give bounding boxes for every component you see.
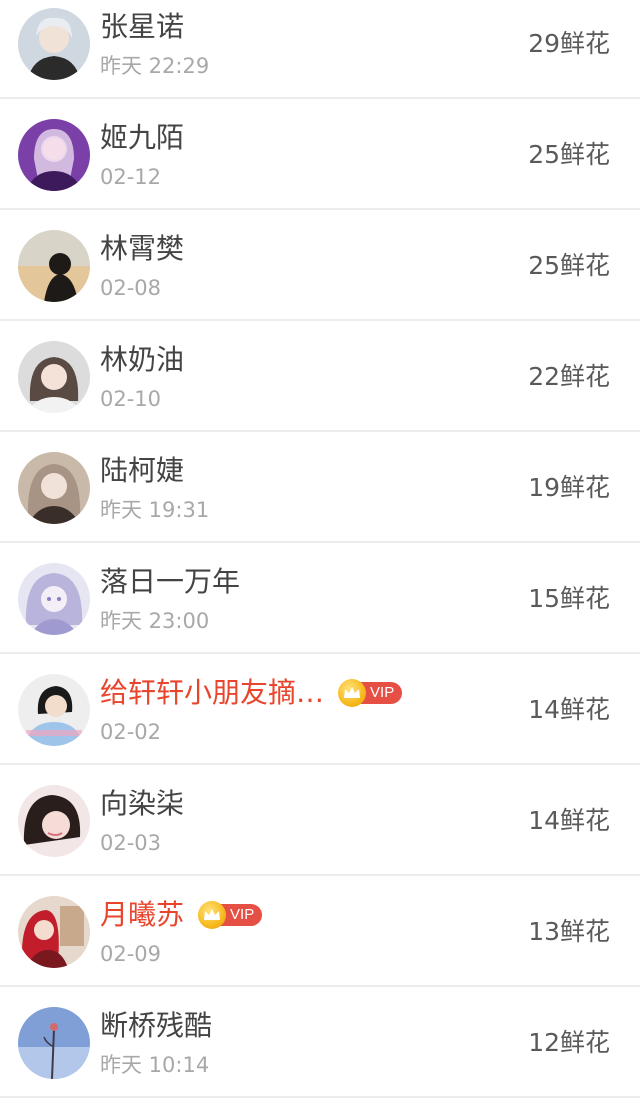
user-name-text: 月曦苏 xyxy=(100,898,185,931)
flower-count: 13鲜花 xyxy=(528,917,610,946)
flower-count: 15鲜花 xyxy=(528,584,610,613)
flower-ranking-list: 张星诺 昨天 22:29 29鲜花 姬九陌 02-12 25鲜花 林霄樊 02-… xyxy=(0,0,640,1104)
timestamp: 昨天 23:00 xyxy=(100,609,210,633)
timestamp: 昨天 19:31 xyxy=(100,498,210,522)
avatar[interactable] xyxy=(18,452,90,524)
timestamp: 02-02 xyxy=(100,720,162,744)
flower-count: 22鲜花 xyxy=(528,362,610,391)
timestamp: 02-12 xyxy=(100,165,162,189)
timestamp: 02-03 xyxy=(100,831,162,855)
user-name: 月曦苏 VIP xyxy=(100,896,263,934)
flower-count: 14鲜花 xyxy=(528,806,610,835)
list-item[interactable]: 张星诺 昨天 22:29 29鲜花 xyxy=(0,0,640,99)
user-name: 林霄樊 xyxy=(100,232,185,265)
list-item[interactable]: 落日一万年 昨天 23:00 15鲜花 xyxy=(0,543,640,654)
flower-count: 14鲜花 xyxy=(528,695,610,724)
user-name: 落日一万年 xyxy=(100,565,241,598)
list-item[interactable]: 林奶油 02-10 22鲜花 xyxy=(0,321,640,432)
flower-count: 25鲜花 xyxy=(528,251,610,280)
timestamp: 02-08 xyxy=(100,276,162,300)
vip-badge: VIP xyxy=(338,679,403,707)
avatar[interactable] xyxy=(18,1007,90,1079)
avatar[interactable] xyxy=(18,230,90,302)
flower-count: 29鲜花 xyxy=(528,29,610,58)
user-name: 张星诺 xyxy=(100,10,185,43)
avatar[interactable] xyxy=(18,896,90,968)
crown-icon xyxy=(338,679,367,707)
timestamp: 昨天 22:29 xyxy=(100,54,210,78)
avatar[interactable] xyxy=(18,341,90,413)
list-item[interactable]: 断桥残酷 昨天 10:14 12鲜花 xyxy=(0,987,640,1098)
user-name: 陆柯婕 xyxy=(100,454,185,487)
list-item[interactable]: 姬九陌 02-12 25鲜花 xyxy=(0,99,640,210)
timestamp: 02-10 xyxy=(100,387,162,411)
list-item[interactable]: 林霄樊 02-08 25鲜花 xyxy=(0,210,640,321)
user-name: 林奶油 xyxy=(100,343,185,376)
user-name: 给轩轩小朋友摘… VIP xyxy=(100,674,403,712)
avatar[interactable] xyxy=(18,785,90,857)
list-item[interactable]: 向染柒 02-03 14鲜花 xyxy=(0,765,640,876)
timestamp: 昨天 10:14 xyxy=(100,1053,210,1077)
flower-count: 19鲜花 xyxy=(528,473,610,502)
avatar[interactable] xyxy=(18,563,90,635)
crown-icon xyxy=(198,901,227,929)
avatar[interactable] xyxy=(18,119,90,191)
avatar[interactable] xyxy=(18,8,90,80)
list-item[interactable]: 月曦苏 VIP 02-09 13鲜花 xyxy=(0,876,640,987)
list-item[interactable]: 陆柯婕 昨天 19:31 19鲜花 xyxy=(0,432,640,543)
vip-badge: VIP xyxy=(198,901,263,929)
user-name: 向染柒 xyxy=(100,787,185,820)
user-name: 断桥残酷 xyxy=(100,1009,213,1042)
flower-count: 25鲜花 xyxy=(528,140,610,169)
flower-count: 12鲜花 xyxy=(528,1028,610,1057)
user-name-text: 给轩轩小朋友摘… xyxy=(100,676,325,709)
list-item[interactable]: 给轩轩小朋友摘… VIP 02-02 14鲜花 xyxy=(0,654,640,765)
user-name: 姬九陌 xyxy=(100,121,185,154)
timestamp: 02-09 xyxy=(100,942,162,966)
avatar[interactable] xyxy=(18,674,90,746)
